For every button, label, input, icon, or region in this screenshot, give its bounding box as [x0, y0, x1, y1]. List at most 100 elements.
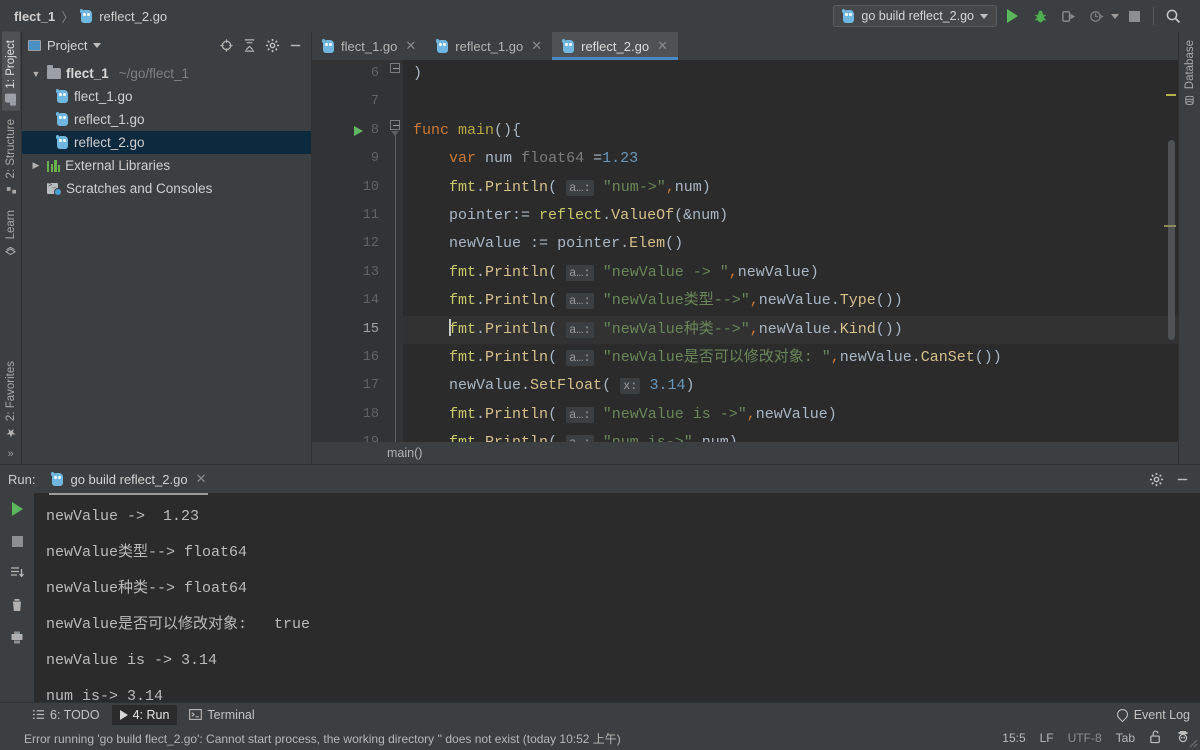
- run-with-coverage-button[interactable]: [1055, 3, 1081, 29]
- scratches-icon: [47, 182, 62, 196]
- line-number-current: 15: [362, 321, 379, 337]
- fold-region-line: [394, 131, 396, 442]
- run-gutter-play-icon[interactable]: [354, 126, 363, 136]
- run-button[interactable]: [999, 3, 1025, 29]
- code-line: func main(){: [413, 121, 522, 139]
- event-log-balloon-icon: [1114, 706, 1130, 723]
- line-separator[interactable]: LF: [1040, 731, 1054, 745]
- file-encoding[interactable]: UTF-8: [1068, 731, 1102, 745]
- line-number: 16: [362, 349, 379, 365]
- code-line: fmt.Println( a…: "num is->",num): [403, 429, 1178, 442]
- tab-reflect_2-go[interactable]: reflect_2.go ✕: [552, 32, 678, 60]
- tree-node-label: flect_1.go: [74, 89, 133, 104]
- soft-wrap-icon[interactable]: [7, 563, 27, 583]
- right-tool-window-strip: Database: [1178, 32, 1200, 464]
- chevron-down-icon[interactable]: [93, 42, 102, 48]
- tab-flect_1-go[interactable]: flect_1.go ✕: [312, 32, 426, 60]
- run-configuration-tab[interactable]: go build reflect_2.go ✕: [45, 467, 212, 495]
- stop-square-icon: [1128, 10, 1140, 22]
- tree-node-label: flect_1: [66, 66, 109, 81]
- gear-icon[interactable]: [262, 35, 282, 55]
- unlocked-padlock-icon[interactable]: [1149, 730, 1162, 747]
- stop-button[interactable]: [1121, 3, 1147, 29]
- chevron-down-icon[interactable]: [1111, 13, 1119, 19]
- stop-square-icon[interactable]: [7, 531, 27, 551]
- status-message[interactable]: Error running 'go build flect_2.go': Can…: [24, 730, 621, 747]
- print-icon[interactable]: [7, 627, 27, 647]
- tool-button-terminal[interactable]: Terminal: [181, 705, 262, 725]
- fold-collapse-icon[interactable]: [390, 120, 400, 130]
- param-hint: a…:: [566, 349, 594, 366]
- sidebar-item-structure[interactable]: 2: Structure: [2, 111, 20, 202]
- editor-scrollbar[interactable]: [1168, 140, 1175, 340]
- collapse-all-icon[interactable]: [239, 35, 259, 55]
- sidebar-item-favorites[interactable]: ★ 2: Favorites: [1, 353, 21, 448]
- sidebar-item-database[interactable]: Database: [1181, 32, 1199, 113]
- gear-icon[interactable]: [1146, 469, 1166, 489]
- line-number: 6: [370, 66, 379, 81]
- close-x-icon[interactable]: ✕: [531, 38, 542, 54]
- breadcrumb-file[interactable]: reflect_2.go: [99, 9, 167, 24]
- chevron-down-icon[interactable]: ▼: [30, 69, 42, 79]
- close-x-icon[interactable]: ✕: [405, 38, 416, 54]
- tree-node-reflect_1-go[interactable]: reflect_1.go: [22, 108, 311, 131]
- go-file-icon: [436, 38, 449, 54]
- tool-button-run[interactable]: 4: Run: [111, 704, 178, 725]
- chevron-right-icon[interactable]: ▶: [30, 160, 42, 171]
- close-x-icon[interactable]: ✕: [196, 471, 207, 487]
- param-hint: a…:: [566, 264, 594, 281]
- editor-area: flect_1.go ✕ reflect_1.go ✕ reflect_2.go…: [312, 32, 1178, 464]
- code-line: var num float64 =1.23: [449, 150, 639, 168]
- debug-button[interactable]: [1027, 3, 1053, 29]
- locate-target-icon[interactable]: [216, 35, 236, 55]
- tree-node-flect_1[interactable]: ▼ flect_1 ~/go/flect_1: [22, 62, 311, 85]
- tree-node-reflect_2-go[interactable]: reflect_2.go: [22, 131, 311, 154]
- toolbar-actions: go build reflect_2.go: [833, 3, 1194, 29]
- editor-gutter[interactable]: 6 7 8 9 10 11 12 13 14 15 16 17 18 19: [312, 60, 387, 442]
- param-hint: a…:: [566, 293, 594, 310]
- console-line: num is-> 3.14: [46, 688, 164, 702]
- tree-node-scratches[interactable]: Scratches and Consoles: [22, 177, 311, 200]
- breadcrumb-project[interactable]: flect_1: [14, 9, 55, 24]
- code-text-area[interactable]: ) func main(){ var num float64 =1.23 fmt…: [403, 60, 1178, 442]
- run-configuration-selector[interactable]: go build reflect_2.go: [833, 5, 997, 27]
- hide-minimize-icon[interactable]: [1172, 469, 1192, 489]
- close-x-icon[interactable]: ✕: [657, 38, 668, 54]
- rerun-play-icon[interactable]: [7, 499, 27, 519]
- chevron-right-double-icon[interactable]: »: [7, 448, 13, 464]
- line-number: 9: [370, 151, 379, 167]
- trash-icon[interactable]: [7, 595, 27, 615]
- status-bar: Error running 'go build flect_2.go': Can…: [0, 726, 1200, 750]
- run-play-icon: [1006, 9, 1018, 23]
- hide-minimize-icon[interactable]: [285, 35, 305, 55]
- run-panel-header: Run: go build reflect_2.go ✕: [0, 465, 1200, 495]
- tab-label: reflect_2.go: [581, 38, 650, 54]
- project-panel-title: Project: [47, 37, 88, 53]
- go-file-icon: [842, 8, 855, 24]
- sidebar-item-learn[interactable]: Learn: [2, 202, 20, 263]
- tool-button-todo[interactable]: 6: TODO: [24, 705, 108, 725]
- code-line: fmt.Println( a…: "newValue -> ",newValue…: [449, 263, 819, 281]
- console-actions-strip: [0, 493, 34, 702]
- console-output[interactable]: newValue -> 1.23 newValue类型--> float64 n…: [34, 493, 1200, 702]
- profile-button[interactable]: [1083, 3, 1109, 29]
- tree-node-external-libraries[interactable]: ▶ External Libraries: [22, 154, 311, 177]
- search-everywhere-button[interactable]: [1160, 3, 1186, 29]
- sidebar-item-project[interactable]: 1: Project: [1, 32, 20, 111]
- project-folder-icon: [5, 93, 16, 103]
- tree-node-flect_1-go[interactable]: flect_1.go: [22, 85, 311, 108]
- breadcrumb-function[interactable]: main(): [387, 446, 422, 460]
- code-line: fmt.Println( a…: "newValue是否可以修改对象: ",ne…: [449, 348, 1002, 366]
- fold-collapse-icon[interactable]: [390, 63, 400, 73]
- go-file-icon: [56, 89, 69, 104]
- indent-setting[interactable]: Tab: [1116, 731, 1135, 745]
- project-panel-header: Project: [22, 32, 311, 58]
- tab-reflect_1-go[interactable]: reflect_1.go ✕: [426, 32, 552, 60]
- resize-grip[interactable]: [1186, 736, 1198, 748]
- line-number: 8: [370, 122, 379, 138]
- event-log-button[interactable]: Event Log: [1114, 706, 1200, 723]
- caret-position[interactable]: 15:5: [1002, 731, 1025, 745]
- sidebar-item-label: Learn: [4, 210, 17, 240]
- editor-fold-column[interactable]: [387, 60, 403, 442]
- go-file-icon: [80, 8, 93, 24]
